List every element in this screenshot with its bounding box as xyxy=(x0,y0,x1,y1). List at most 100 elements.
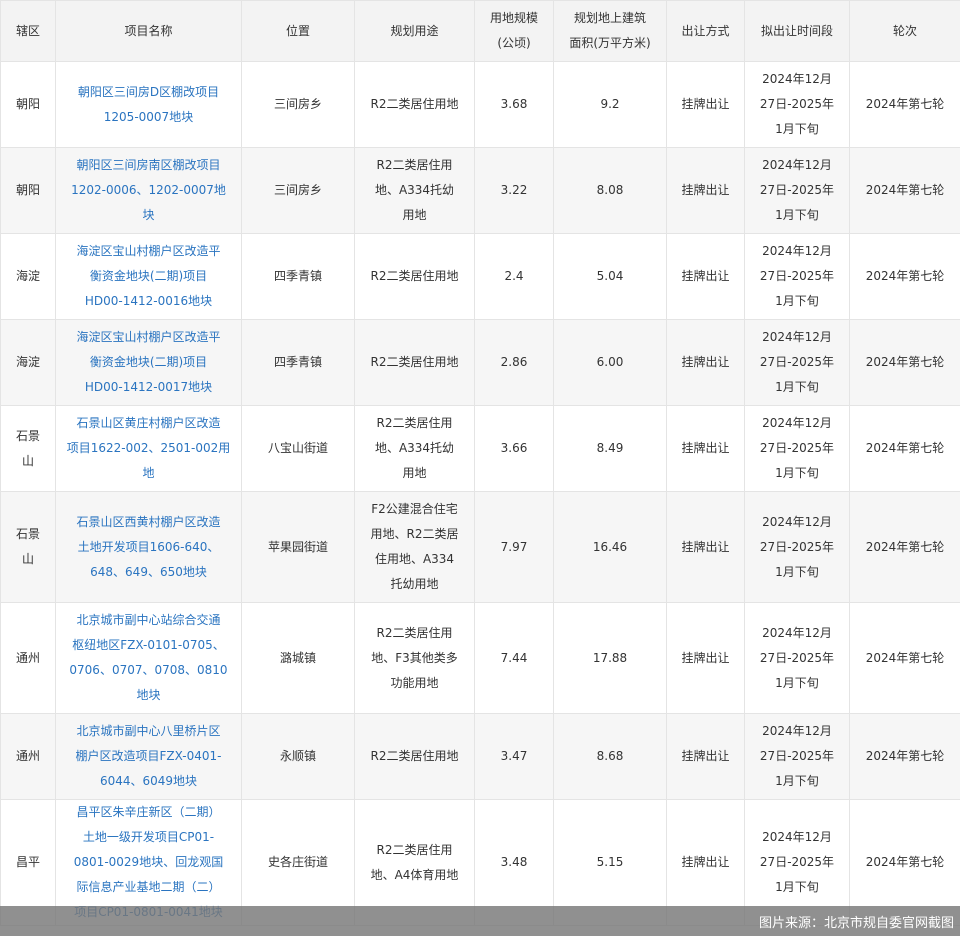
floor-area-cell: 8.49 xyxy=(553,405,667,492)
header-land-area: 用地规模 (公顷) xyxy=(474,0,554,62)
project-name-link-line: 衡资金地块(二期)项目 xyxy=(89,269,208,283)
header-floor-area: 规划地上建筑 面积(万平方米) xyxy=(553,0,667,62)
project-name-link[interactable]: 北京城市副中心站综合交通 枢纽地区FZX-0101-0705、 0706、0707、… xyxy=(55,602,242,714)
district-cell-line: 昌平 xyxy=(15,855,40,869)
land-area-cell: 3.66 xyxy=(474,405,554,492)
district-cell: 通州 xyxy=(0,713,56,800)
planned-period-cell-line: 27日-2025年 xyxy=(759,441,835,455)
header-round: 轮次 xyxy=(849,0,960,62)
usage-cell: F2公建混合住宅 用地、R2二类居 住用地、A334 托幼用地 xyxy=(354,491,475,603)
district-cell: 石景山 xyxy=(0,491,56,603)
planned-period-cell-line: 27日-2025年 xyxy=(759,269,835,283)
project-name-link-line: 块 xyxy=(142,208,155,222)
district-cell: 海淀 xyxy=(0,319,56,406)
project-name-link-line: 朝阳区三间房南区棚改项目 xyxy=(76,158,221,172)
usage-cell: R2二类居住用地 xyxy=(354,319,475,406)
round-cell: 2024年第七轮 xyxy=(849,491,960,603)
usage-cell-line: 用地 xyxy=(402,208,427,222)
usage-cell: R2二类居住用 地、A334托幼 用地 xyxy=(354,147,475,234)
district-cell-line: 朝阳 xyxy=(15,183,40,197)
land-area-cell: 3.68 xyxy=(474,61,554,148)
planned-period-cell-line: 27日-2025年 xyxy=(759,855,835,869)
planned-period-cell: 2024年12月 27日-2025年 1月下旬 xyxy=(744,491,850,603)
table-row: 海淀 海淀区宝山村棚户区改造平 衡资金地块(二期)项目 HD00-1412-0017地… xyxy=(0,319,960,406)
project-name-link-line: 1205-0007地块 xyxy=(103,109,194,124)
location-cell: 永顺镇 xyxy=(241,713,355,800)
planned-period-cell: 2024年12月 27日-2025年 1月下旬 xyxy=(744,147,850,234)
land-area-cell: 3.47 xyxy=(474,713,554,800)
usage-cell: R2二类居住用地 xyxy=(354,61,475,148)
round-cell: 2024年第七轮 xyxy=(849,147,960,234)
project-name-link-line: 衡资金地块(二期)项目 xyxy=(89,355,208,369)
district-cell: 朝阳 xyxy=(0,61,56,148)
screenshot-root: 辖区 项目名称 位置 规划用途 用地规模 (公顷) 规划地上建筑 面积(万平方米… xyxy=(0,0,960,936)
transfer-method-cell: 挂牌出让 xyxy=(666,233,745,320)
usage-cell-line: F2公建混合住宅 xyxy=(371,502,458,516)
project-name-link-line: 海淀区宝山村棚户区改造平 xyxy=(76,330,221,344)
project-name-link-line: 土地一级开发项目CP01- xyxy=(82,830,215,844)
project-name-link[interactable]: 海淀区宝山村棚户区改造平 衡资金地块(二期)项目 HD00-1412-0017地块 xyxy=(55,319,242,406)
table-row: 朝阳 朝阳区三间房南区棚改项目 1202-0006、1202-0007地块三间房乡 R… xyxy=(0,147,960,234)
project-name-link[interactable]: 北京城市副中心八里桥片区 棚户区改造项目FZX-0401- 6044、6049地块 xyxy=(55,713,242,800)
round-cell: 2024年第七轮 xyxy=(849,602,960,714)
district-cell: 海淀 xyxy=(0,233,56,320)
round-cell: 2024年第七轮 xyxy=(849,713,960,800)
project-name-link[interactable]: 朝阳区三间房D区棚改项目 1205-0007地块 xyxy=(55,61,242,148)
floor-area-cell: 9.2 xyxy=(553,61,667,148)
project-name-link-line: 0801-0029地块、回龙观国 xyxy=(73,855,224,869)
district-cell: 石景山 xyxy=(0,405,56,492)
land-area-cell: 7.97 xyxy=(474,491,554,603)
table-body: 朝阳 朝阳区三间房D区棚改项目 1205-0007地块 三间房乡 R2二类居住用地 3.6… xyxy=(0,61,960,926)
location-cell: 四季青镇 xyxy=(241,233,355,320)
planned-period-cell-line: 1月下旬 xyxy=(775,208,819,222)
land-area-cell: 3.22 xyxy=(474,147,554,234)
district-cell-line: 通州 xyxy=(15,749,40,763)
planned-period-cell-line: 2024年12月 xyxy=(762,514,832,529)
project-name-link-line: 昌平区朱辛庄新区（二期） xyxy=(76,805,221,819)
planned-period-cell: 2024年12月 27日-2025年 1月下旬 xyxy=(744,602,850,714)
planned-period-cell-line: 1月下旬 xyxy=(775,675,819,690)
transfer-method-cell: 挂牌出让 xyxy=(666,147,745,234)
location-cell: 苹果园街道 xyxy=(241,491,355,603)
project-name-link[interactable]: 石景山区黄庄村棚户区改造 项目1622-002、2501-002用地 xyxy=(55,405,242,492)
transfer-method-cell: 挂牌出让 xyxy=(666,405,745,492)
header-planned-usage: 规划用途 xyxy=(354,0,475,62)
usage-cell-line: 地、F3其他类多 xyxy=(371,650,458,665)
table-row: 通州 北京城市副中心站综合交通 枢纽地区FZX-0101-0705、 0706、070… xyxy=(0,602,960,714)
land-area-cell: 2.4 xyxy=(474,233,554,320)
land-parcel-table: 辖区 项目名称 位置 规划用途 用地规模 (公顷) 规划地上建筑 面积(万平方米… xyxy=(0,0,960,926)
project-name-link[interactable]: 石景山区西黄村棚户区改造 土地开发项目1606-640、 648、649、650地块 xyxy=(55,491,242,603)
usage-cell: R2二类居住用 地、F3其他类多 功能用地 xyxy=(354,602,475,714)
usage-cell-line: R2二类居住用 xyxy=(376,158,453,172)
header-land-area-line1: 用地规模 xyxy=(489,11,538,25)
floor-area-cell: 5.04 xyxy=(553,233,667,320)
planned-period-cell-line: 2024年12月 xyxy=(762,625,832,640)
district-cell-line: 朝阳 xyxy=(15,97,40,111)
planned-period-cell-line: 2024年12月 xyxy=(762,724,832,738)
project-name-link-line: HD00-1412-0016地块 xyxy=(84,294,213,308)
planned-period-cell-line: 1月下旬 xyxy=(775,122,819,136)
usage-cell-line: R2二类居住用地 xyxy=(370,355,459,369)
location-cell: 三间房乡 xyxy=(241,61,355,148)
project-name-link-line: 棚户区改造项目FZX-0401- xyxy=(75,749,222,763)
round-cell: 2024年第七轮 xyxy=(849,233,960,320)
usage-cell-line: R2二类居住用 xyxy=(376,625,453,640)
planned-period-cell-line: 27日-2025年 xyxy=(759,355,835,369)
planned-period-cell: 2024年12月 27日-2025年 1月下旬 xyxy=(744,713,850,800)
project-name-link[interactable]: 海淀区宝山村棚户区改造平 衡资金地块(二期)项目 HD00-1412-0016地块 xyxy=(55,233,242,320)
usage-cell-line: 住用地、A334 xyxy=(374,552,455,566)
usage-cell: R2二类居住用地 xyxy=(354,233,475,320)
planned-period-cell-line: 2024年12月 xyxy=(762,330,832,344)
usage-cell-line: 地、A334托幼 xyxy=(374,441,455,455)
project-name-link-line: 枢纽地区FZX-0101-0705、 xyxy=(72,638,225,652)
planned-period-cell-line: 1月下旬 xyxy=(775,466,819,480)
transfer-method-cell: 挂牌出让 xyxy=(666,61,745,148)
project-name-link-line: 石景山区黄庄村棚户区改造 xyxy=(76,416,221,430)
header-project-name: 项目名称 xyxy=(55,0,242,62)
project-name-link[interactable]: 朝阳区三间房南区棚改项目 1202-0006、1202-0007地块 xyxy=(55,147,242,234)
planned-period-cell-line: 1月下旬 xyxy=(775,774,819,788)
planned-period-cell: 2024年12月 27日-2025年 1月下旬 xyxy=(744,405,850,492)
usage-cell-line: R2二类居住用地 xyxy=(370,269,459,283)
usage-cell-line: R2二类居住用 xyxy=(376,842,453,857)
usage-cell-line: 功能用地 xyxy=(390,675,439,690)
